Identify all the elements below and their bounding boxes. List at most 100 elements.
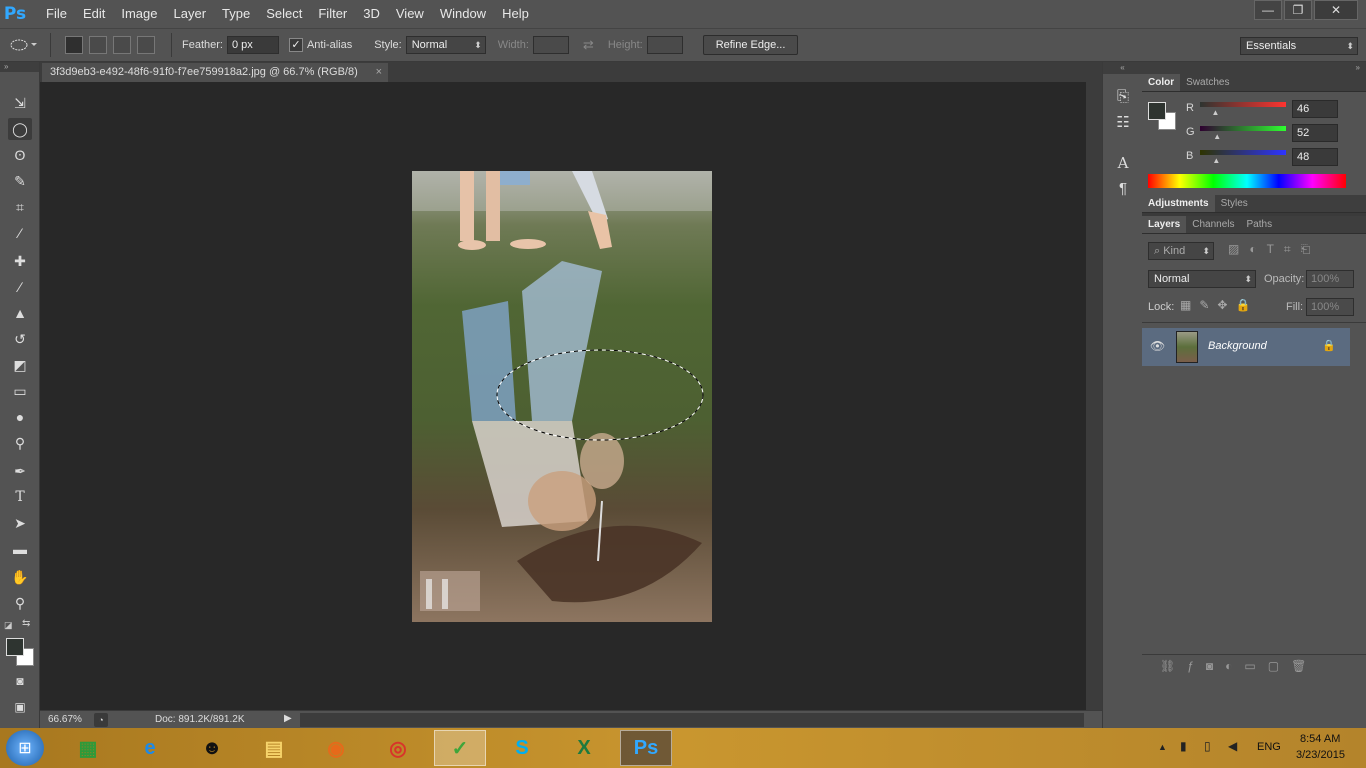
download-manager-icon[interactable]: ✓	[434, 730, 486, 766]
tab-styles[interactable]: Styles	[1215, 195, 1254, 212]
menu-select[interactable]: Select	[258, 0, 310, 28]
tab-layers[interactable]: Layers	[1142, 216, 1187, 233]
g-slider[interactable]	[1200, 126, 1286, 131]
tools-collapse-icon[interactable]: »	[0, 62, 39, 72]
path-selection-icon[interactable]: ➤	[8, 512, 32, 534]
intersect-selection-icon[interactable]	[137, 36, 155, 54]
opacity-input[interactable]: 100%	[1306, 270, 1354, 288]
foreground-color-swatch[interactable]	[6, 638, 24, 656]
fill-input[interactable]: 100%	[1306, 298, 1354, 316]
layer-name[interactable]: Background	[1208, 340, 1267, 352]
g-slider-thumb[interactable]: ▲	[1213, 132, 1221, 141]
excel-icon[interactable]: X	[558, 730, 610, 766]
b-value[interactable]: 48	[1292, 148, 1338, 166]
tab-adjustments[interactable]: Adjustments	[1142, 195, 1215, 212]
zoom-level[interactable]: 66.67%	[48, 714, 82, 725]
swap-colors-icon[interactable]: ⇆	[22, 618, 30, 629]
paragraph-panel-icon[interactable]: ¶	[1103, 176, 1143, 202]
chrome-icon[interactable]: ◎	[372, 730, 424, 766]
tool-preset-picker[interactable]	[0, 31, 50, 59]
hand-tool-icon[interactable]: ✋	[8, 566, 32, 588]
default-colors-icon[interactable]: ◪	[4, 620, 13, 631]
tray-expand-icon[interactable]: ▲	[1158, 742, 1167, 752]
canvas-horizontal-scrollbar[interactable]	[300, 713, 1084, 727]
battery-icon[interactable]: ▯	[1204, 739, 1211, 753]
crop-tool-icon[interactable]: ⌗	[8, 196, 32, 218]
document-tab[interactable]: 3f3d9eb3-e492-48f6-91f0-f7ee759918a2.jpg…	[42, 63, 388, 82]
menu-help[interactable]: Help	[494, 0, 537, 28]
rectangle-tool-icon[interactable]: ▬	[8, 538, 32, 560]
width-input[interactable]	[532, 36, 569, 54]
tab-paths[interactable]: Paths	[1241, 216, 1279, 233]
r-slider-thumb[interactable]: ▲	[1211, 108, 1219, 117]
antialias-checkbox[interactable]: ✓	[288, 38, 303, 52]
elliptical-marquee-tool-icon[interactable]: ◯	[8, 118, 32, 140]
r-slider[interactable]	[1200, 102, 1286, 107]
maximize-button[interactable]: ❐	[1284, 0, 1312, 20]
clock-time[interactable]: 8:54 AM	[1300, 733, 1340, 745]
b-slider[interactable]	[1200, 150, 1286, 155]
tab-channels[interactable]: Channels	[1186, 216, 1240, 233]
height-input[interactable]	[646, 36, 683, 54]
healing-brush-icon[interactable]: ✚	[8, 250, 32, 272]
brush-tool-icon[interactable]: ∕	[8, 276, 32, 298]
language-indicator[interactable]: ENG	[1257, 741, 1281, 753]
workspace-select[interactable]: Essentials	[1240, 37, 1358, 55]
visibility-eye-icon[interactable]: 👁	[1150, 339, 1165, 353]
refine-edge-button[interactable]: Refine Edge...	[702, 35, 799, 55]
tab-color[interactable]: Color	[1142, 74, 1181, 91]
lock-icons[interactable]: ▦✎✥🔒	[1180, 298, 1258, 312]
firefox-icon[interactable]: ◉	[310, 730, 362, 766]
blend-mode-select[interactable]: Normal	[1148, 270, 1256, 288]
file-explorer-icon[interactable]: ▤	[248, 730, 300, 766]
history-panel-icon[interactable]: ⎘	[1103, 84, 1143, 110]
minimize-button[interactable]: —	[1254, 0, 1282, 20]
close-document-icon[interactable]: ×	[376, 66, 382, 78]
menu-filter[interactable]: Filter	[310, 0, 355, 28]
volume-muted-icon[interactable]: ◀	[1228, 739, 1237, 753]
layers-footer-icons[interactable]: ⛓ƒ◙◐▭▢🗑	[1142, 654, 1366, 678]
menu-window[interactable]: Window	[432, 0, 494, 28]
menu-type[interactable]: Type	[214, 0, 258, 28]
canvas-vertical-scrollbar[interactable]	[1086, 82, 1102, 710]
new-selection-icon[interactable]	[65, 36, 83, 54]
close-button[interactable]: ✕	[1314, 0, 1358, 20]
add-to-selection-icon[interactable]	[89, 36, 107, 54]
status-info-icon[interactable]: ◔	[94, 713, 108, 727]
subtract-from-selection-icon[interactable]	[113, 36, 131, 54]
zoom-tool-icon[interactable]: ⚲	[8, 592, 32, 614]
start-button-icon[interactable]: ⊞	[6, 730, 44, 766]
tab-swatches[interactable]: Swatches	[1180, 74, 1235, 91]
menu-file[interactable]: File	[38, 0, 75, 28]
photoshop-taskbar-icon[interactable]: Ps	[620, 730, 672, 766]
dock-collapse-icon[interactable]: «	[1103, 62, 1142, 74]
quick-mask-icon[interactable]: ◙	[8, 670, 32, 692]
g-value[interactable]: 52	[1292, 124, 1338, 142]
layer-filter-icons[interactable]: ▨◐T⌗⎗	[1228, 242, 1320, 257]
menu-3d[interactable]: 3D	[355, 0, 388, 28]
eraser-tool-icon[interactable]: ◩	[8, 354, 32, 376]
history-brush-icon[interactable]: ↺	[8, 328, 32, 350]
layer-filter-kind[interactable]: ⌕ Kind	[1148, 242, 1214, 260]
character-panel-icon[interactable]: A	[1103, 150, 1143, 176]
type-tool-icon[interactable]: T	[8, 486, 32, 508]
r-value[interactable]: 46	[1292, 100, 1338, 118]
document-image[interactable]	[412, 171, 712, 622]
network-signal-icon[interactable]: ▮	[1180, 739, 1187, 753]
menu-view[interactable]: View	[388, 0, 432, 28]
lasso-tool-icon[interactable]: ʘ	[8, 144, 32, 166]
internet-explorer-icon[interactable]: e	[124, 730, 176, 766]
screen-mode-icon[interactable]: ▣	[8, 696, 32, 718]
eyedropper-tool-icon[interactable]: ⁄	[8, 222, 32, 244]
windows-store-icon[interactable]: ▦	[62, 730, 114, 766]
properties-panel-icon[interactable]: ☷	[1103, 110, 1143, 136]
blur-tool-icon[interactable]: ●	[8, 406, 32, 428]
status-menu-arrow-icon[interactable]: ▶	[284, 713, 292, 724]
panels-collapse-icon[interactable]: »	[1142, 62, 1366, 74]
gradient-tool-icon[interactable]: ▭	[8, 380, 32, 402]
feather-input[interactable]: 0 px	[226, 36, 279, 54]
skype-icon[interactable]: S	[496, 730, 548, 766]
menu-image[interactable]: Image	[113, 0, 165, 28]
color-spectrum-bar[interactable]	[1148, 174, 1346, 188]
quick-selection-tool-icon[interactable]: ✎	[8, 170, 32, 192]
